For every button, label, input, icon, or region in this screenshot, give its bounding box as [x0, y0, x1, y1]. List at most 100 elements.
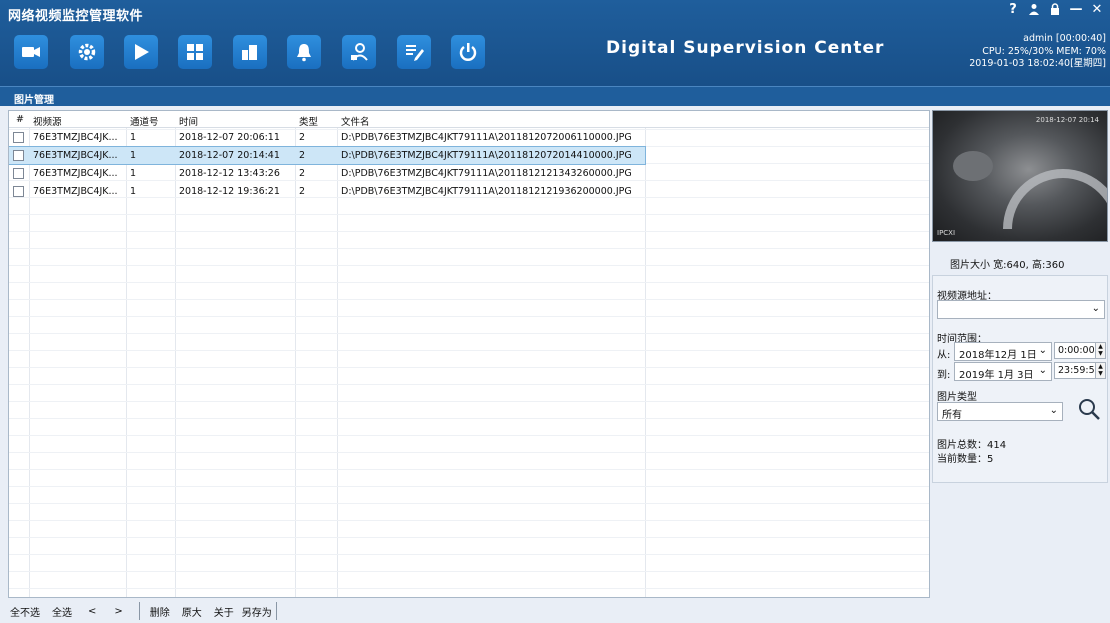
cell-filename: D:\PDB\76E3TMZJBC4JKT79111A\201181207201… [341, 150, 632, 161]
to-date-value: 2019年 1月 3日 [959, 370, 1034, 381]
to-time-spinner[interactable]: 23:59:59 ▲ ▼ [1054, 362, 1106, 379]
row-checkbox[interactable] [13, 168, 24, 179]
about-button[interactable]: 关于 [214, 604, 234, 619]
window-controls: ? — ✕ [1006, 3, 1104, 19]
cell-channel: 1 [130, 132, 137, 143]
cell-type: 2 [299, 132, 306, 143]
table-row[interactable]: 76E3TMZJBC4JK... 1 2018-12-12 13:43:26 2… [9, 165, 645, 182]
table-row-selected[interactable]: 76E3TMZJBC4JK... 1 2018-12-07 20:14:41 2… [9, 146, 646, 165]
type-select[interactable]: 所有 ⌄ [937, 402, 1063, 421]
system-info: admin [00:00:40] CPU: 25%/30% MEM: 70% 2… [969, 33, 1106, 71]
cell-channel: 1 [130, 168, 137, 179]
grid-line [9, 367, 929, 368]
chevron-down-icon: ⌄ [1038, 365, 1047, 376]
layout-button[interactable] [178, 35, 212, 69]
from-time-spinner[interactable]: 0:00:00 ▲ ▼ [1054, 342, 1106, 359]
grid-line [9, 350, 929, 351]
header: 网络视频监控管理软件 ? — ✕ Digital Supervision Cen… [0, 0, 1110, 86]
next-button[interactable]: > [114, 606, 122, 617]
user-management-button[interactable] [342, 35, 376, 69]
grid-line [9, 333, 929, 334]
cell-channel: 1 [130, 186, 137, 197]
grid-line [9, 571, 929, 572]
row-checkbox[interactable] [13, 186, 24, 197]
grid-line [9, 486, 929, 487]
help-icon[interactable]: ? [1006, 3, 1020, 19]
grid-line [9, 401, 929, 402]
source-select[interactable]: ⌄ [937, 300, 1105, 319]
search-icon [1079, 399, 1100, 420]
alarm-bell-icon [297, 44, 311, 62]
alarm-button[interactable] [287, 35, 321, 69]
lock-icon[interactable] [1048, 3, 1062, 19]
spinner-arrows-icon[interactable]: ▲ ▼ [1095, 363, 1105, 378]
user-session: admin [00:00:40] [1023, 33, 1106, 44]
table-row[interactable]: 76E3TMZJBC4JK... 1 2018-12-07 20:06:11 2… [9, 129, 645, 146]
column-header-type[interactable]: 类型 [299, 114, 318, 128]
current-count: 当前数量：5 [937, 454, 994, 465]
row-checkbox[interactable] [13, 132, 24, 143]
deselect-all-button[interactable]: 全不选 [10, 604, 40, 619]
video-camera-icon [22, 47, 40, 57]
column-header-index[interactable]: # [16, 114, 24, 125]
original-size-button[interactable]: 原大 [182, 604, 202, 619]
grid-line [9, 537, 929, 538]
cell-time: 2018-12-12 19:36:21 [179, 186, 280, 197]
table-row[interactable]: 76E3TMZJBC4JK... 1 2018-12-12 19:36:21 2… [9, 183, 645, 200]
column-header-channel[interactable]: 通道号 [130, 114, 159, 128]
minimize-icon[interactable]: — [1069, 3, 1083, 19]
grid-line [9, 384, 929, 385]
power-button[interactable] [451, 35, 485, 69]
section-title: 图片管理 [0, 86, 1110, 106]
grid-line [9, 435, 929, 436]
user-icon[interactable] [1027, 3, 1041, 19]
grid-line [9, 554, 929, 555]
app-title: 网络视频监控管理软件 [8, 9, 144, 24]
select-all-button[interactable]: 全选 [52, 604, 72, 619]
grid-line [9, 503, 929, 504]
save-as-button[interactable]: 另存为 [242, 604, 272, 619]
chevron-down-icon: ⌄ [1038, 345, 1047, 356]
grid-line [9, 282, 929, 283]
cell-type: 2 [299, 150, 306, 161]
preview-timestamp-overlay: 2018-12-07 20:14 [1035, 116, 1099, 124]
playback-button[interactable] [124, 35, 158, 69]
chevron-down-icon: ⌄ [1091, 303, 1100, 314]
delete-button[interactable]: 删除 [150, 604, 170, 619]
cell-time: 2018-12-07 20:06:11 [179, 132, 280, 143]
type-select-value: 所有 [942, 410, 962, 421]
search-button[interactable] [1077, 397, 1101, 421]
column-header-source[interactable]: 视频源 [33, 114, 62, 128]
preview-shape [953, 151, 993, 181]
settings-button[interactable] [70, 35, 104, 69]
log-button[interactable] [397, 35, 431, 69]
from-date-picker[interactable]: 2018年12月 1日 ⌄ [954, 342, 1052, 361]
grid-line [9, 265, 929, 266]
grid-line [9, 214, 929, 215]
column-header-filename[interactable]: 文件名 [341, 114, 370, 128]
cell-time: 2018-12-07 20:14:41 [179, 150, 280, 161]
image-table: # 视频源 通道号 时间 类型 文件名 76E3TMZJBC4JK... 1 2… [8, 110, 930, 598]
row-checkbox[interactable] [13, 150, 24, 161]
close-icon[interactable]: ✕ [1090, 3, 1104, 19]
to-date-picker[interactable]: 2019年 1月 3日 ⌄ [954, 362, 1052, 381]
total-count: 图片总数：414 [937, 440, 1007, 451]
column-header-time[interactable]: 时间 [179, 114, 198, 128]
divider [275, 602, 277, 620]
cell-type: 2 [299, 168, 306, 179]
power-icon [459, 43, 477, 61]
table-header: # 视频源 通道号 时间 类型 文件名 [9, 111, 929, 128]
chevron-down-icon: ⌄ [1049, 405, 1058, 416]
cell-source: 76E3TMZJBC4JK... [33, 150, 118, 161]
video-camera-button[interactable] [14, 35, 48, 69]
spinner-arrows-icon[interactable]: ▲ ▼ [1095, 343, 1105, 358]
prev-button[interactable]: < [88, 606, 96, 617]
image-size-label: 图片大小 宽:640, 高:360 [950, 260, 1065, 271]
storage-button[interactable] [233, 35, 267, 69]
play-icon [135, 44, 149, 60]
image-preview[interactable]: 2018-12-07 20:14 IPCXI [932, 110, 1108, 242]
cpu-mem-usage: CPU: 25%/30% MEM: 70% [982, 45, 1106, 57]
storage-icon [242, 45, 257, 60]
filter-panel: 视频源地址： ⌄ 时间范围： 从: 2018年12月 1日 ⌄ 0:00:00 … [932, 275, 1108, 483]
grid-layout-icon [187, 44, 203, 60]
